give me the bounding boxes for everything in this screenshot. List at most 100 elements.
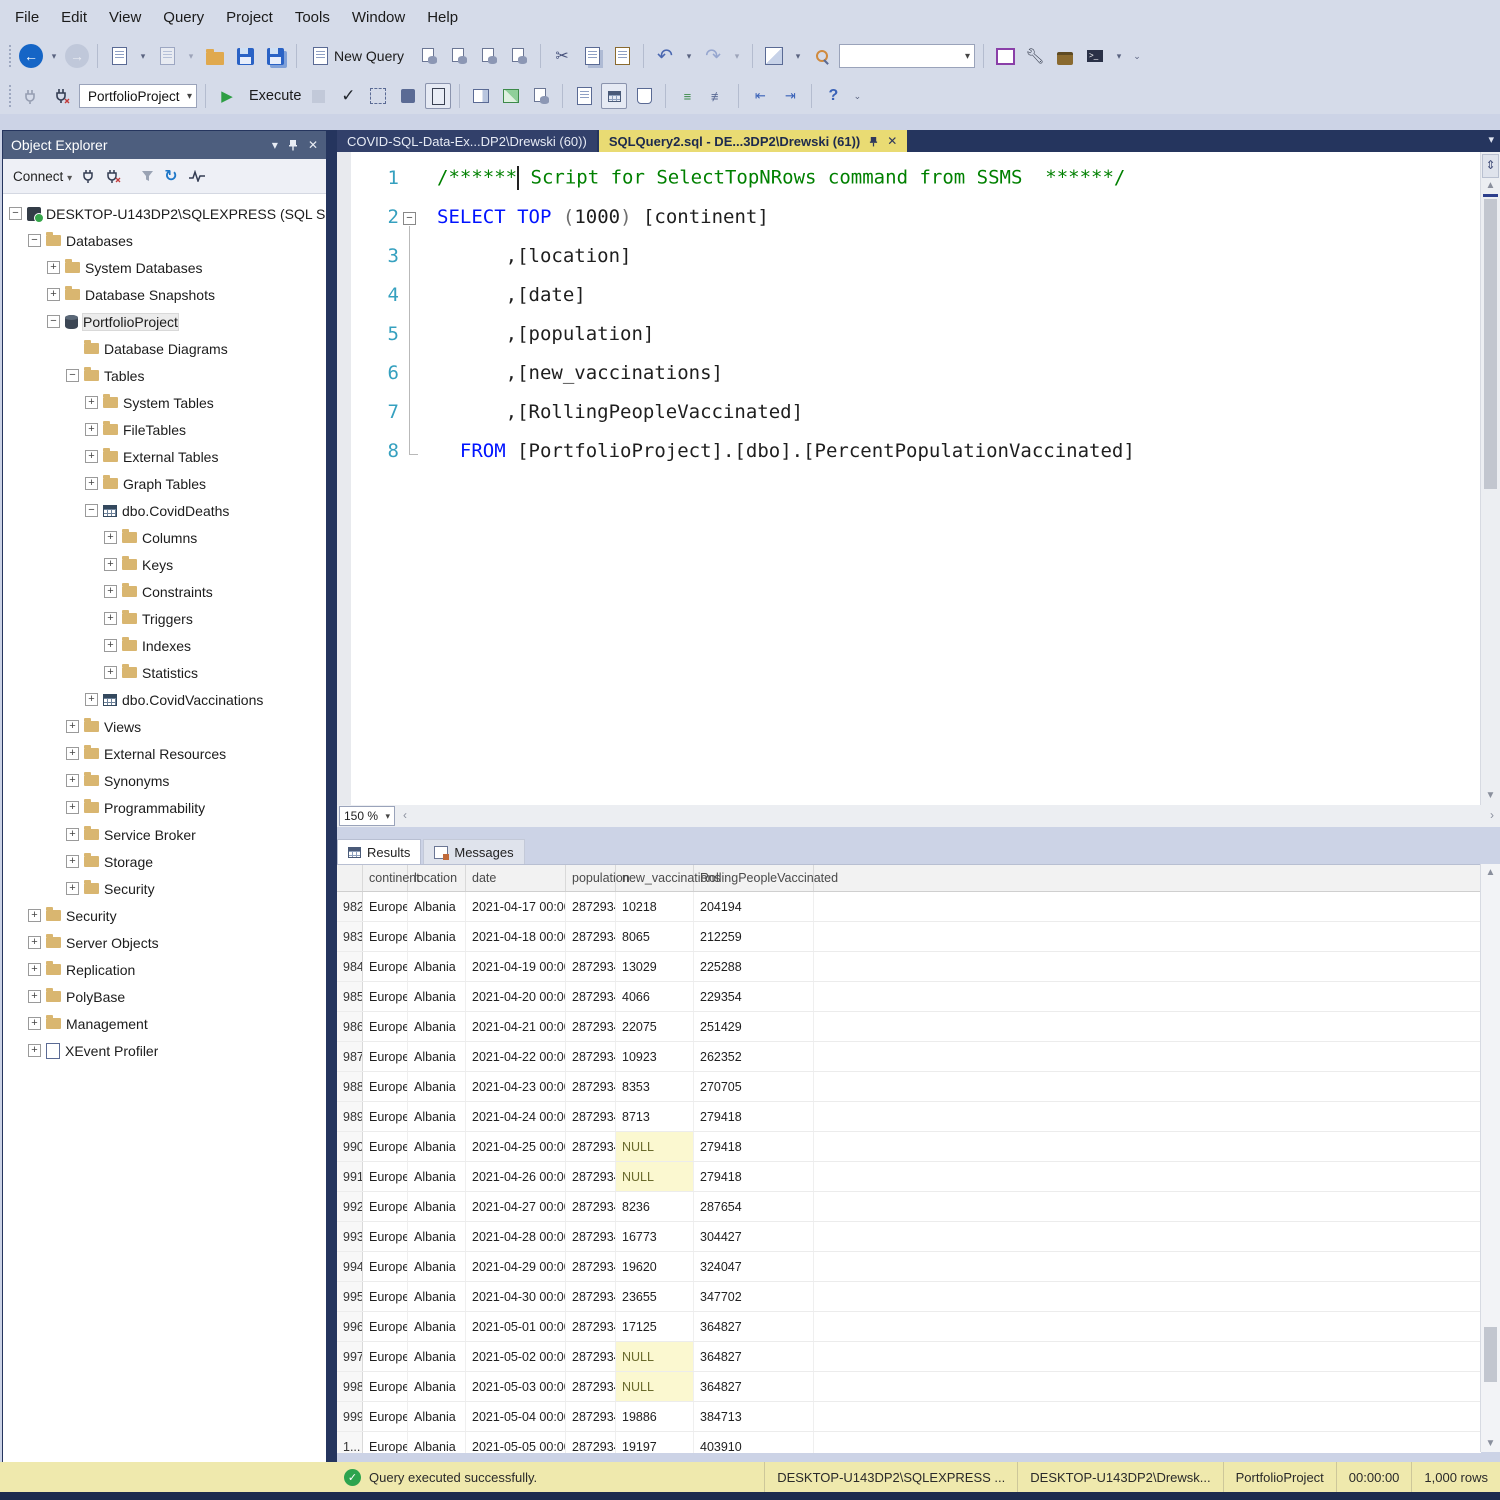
row-number-cell[interactable]: 998 — [337, 1372, 363, 1401]
data-cell[interactable]: Europe — [363, 1372, 408, 1401]
refresh-icon[interactable]: ↻ — [164, 166, 177, 186]
data-cell[interactable]: 2872934 — [566, 1132, 616, 1161]
row-number-cell[interactable]: 987 — [337, 1042, 363, 1071]
data-cell[interactable]: Europe — [363, 1012, 408, 1041]
data-cell[interactable]: 2872934 — [566, 1252, 616, 1281]
menu-tools[interactable]: Tools — [284, 3, 341, 32]
data-cell[interactable]: Europe — [363, 1222, 408, 1251]
collapse-icon[interactable]: − — [28, 234, 41, 247]
execute-icon[interactable]: ▶ — [214, 83, 240, 109]
data-cell[interactable]: 384713 — [694, 1402, 814, 1431]
data-cell[interactable]: Europe — [363, 1342, 408, 1371]
expand-icon[interactable]: + — [47, 261, 60, 274]
comment-selection-icon[interactable]: ≡ — [674, 83, 700, 109]
parse-icon[interactable]: ✓ — [335, 83, 361, 109]
data-cell[interactable]: Europe — [363, 1432, 408, 1453]
expand-icon[interactable]: + — [28, 963, 41, 976]
data-cell[interactable]: Albania — [408, 1402, 466, 1431]
code-area[interactable]: 1/****** Script for SelectTopNRows comma… — [351, 158, 1480, 470]
data-cell[interactable]: Albania — [408, 1432, 466, 1453]
data-cell[interactable]: 2021-04-27 00:00:00.000 — [466, 1192, 566, 1221]
splitter-grip-icon[interactable]: ⇕ — [1482, 154, 1499, 178]
toolbar-overflow-icon[interactable]: ⌄ — [850, 83, 864, 109]
data-cell[interactable]: 10923 — [616, 1042, 694, 1071]
new-query-button[interactable]: New Query — [305, 44, 412, 68]
execute-label[interactable]: Execute — [249, 88, 301, 104]
data-cell[interactable]: NULL — [616, 1372, 694, 1401]
paste-button[interactable] — [609, 43, 635, 69]
results-to-grid-icon[interactable] — [601, 83, 627, 109]
tab-results[interactable]: Results — [337, 839, 421, 864]
row-number-cell[interactable]: 989 — [337, 1102, 363, 1131]
tree-item-xevent-profiler[interactable]: +XEvent Profiler — [3, 1037, 326, 1064]
tree-item-management[interactable]: +Management — [3, 1010, 326, 1037]
tree-item-tables[interactable]: −Tables — [3, 362, 326, 389]
data-cell[interactable]: 19886 — [616, 1402, 694, 1431]
row-number-cell[interactable]: 993 — [337, 1222, 363, 1251]
vscroll-thumb[interactable] — [1484, 199, 1497, 489]
pin-icon[interactable] — [869, 136, 878, 147]
scroll-up-icon[interactable]: ▲ — [1481, 867, 1500, 878]
new-dmx-query-button[interactable] — [446, 43, 472, 69]
tree-item-storage[interactable]: +Storage — [3, 848, 326, 875]
menu-query[interactable]: Query — [152, 3, 215, 32]
expand-icon[interactable]: + — [28, 1017, 41, 1030]
tree-item-polybase[interactable]: +PolyBase — [3, 983, 326, 1010]
column-header-date[interactable]: date — [466, 865, 566, 891]
tree-item-graph-tables[interactable]: +Graph Tables — [3, 470, 326, 497]
find-combobox[interactable]: ▾ — [839, 44, 975, 68]
row-number-cell[interactable]: 982 — [337, 892, 363, 921]
data-cell[interactable]: 2872934 — [566, 1072, 616, 1101]
scroll-up-icon[interactable]: ▲ — [1481, 180, 1500, 191]
tree-item-server-objects[interactable]: +Server Objects — [3, 929, 326, 956]
expand-icon[interactable]: + — [66, 774, 79, 787]
data-cell[interactable]: 2021-04-20 00:00:00.000 — [466, 982, 566, 1011]
cut-button[interactable]: ✂ — [549, 43, 575, 69]
row-number-cell[interactable]: 995 — [337, 1282, 363, 1311]
data-cell[interactable]: Europe — [363, 1042, 408, 1071]
data-cell[interactable]: 2021-04-24 00:00:00.000 — [466, 1102, 566, 1131]
row-number-cell[interactable]: 999 — [337, 1402, 363, 1431]
data-cell[interactable]: 2872934 — [566, 1312, 616, 1341]
data-cell[interactable]: Europe — [363, 1132, 408, 1161]
data-cell[interactable]: 403910 — [694, 1432, 814, 1453]
data-cell[interactable]: 2872934 — [566, 1342, 616, 1371]
tree-item-synonyms[interactable]: +Synonyms — [3, 767, 326, 794]
data-cell[interactable]: Albania — [408, 922, 466, 951]
data-cell[interactable]: 364827 — [694, 1372, 814, 1401]
tab-overflow-icon[interactable]: ▾ — [1488, 133, 1494, 146]
expand-icon[interactable]: + — [28, 909, 41, 922]
disconnect-icon[interactable] — [106, 169, 121, 184]
data-cell[interactable]: NULL — [616, 1342, 694, 1371]
expand-icon[interactable]: + — [66, 855, 79, 868]
data-cell[interactable]: 2872934 — [566, 1012, 616, 1041]
save-button[interactable] — [232, 43, 258, 69]
row-number-cell[interactable]: 994 — [337, 1252, 363, 1281]
database-selector[interactable]: PortfolioProject ▾ — [79, 84, 197, 108]
row-number-cell[interactable]: 991 — [337, 1162, 363, 1191]
data-cell[interactable]: 23655 — [616, 1282, 694, 1311]
database-selector-dropdown-icon[interactable]: ▾ — [187, 91, 192, 102]
menu-edit[interactable]: Edit — [50, 3, 98, 32]
data-cell[interactable]: 19620 — [616, 1252, 694, 1281]
editor-hscrollbar[interactable]: ‹ › — [395, 805, 1500, 827]
column-header-population[interactable]: population — [566, 865, 616, 891]
row-number-cell[interactable]: 1... — [337, 1432, 363, 1453]
scroll-right-icon[interactable]: › — [1490, 808, 1494, 822]
data-cell[interactable]: Europe — [363, 1072, 408, 1101]
undo-button[interactable]: ↶ — [652, 43, 678, 69]
row-number-cell[interactable]: 984 — [337, 952, 363, 981]
new-xmla-query-button[interactable] — [476, 43, 502, 69]
editor-vscrollbar[interactable]: ⇕ ▲ ▼ — [1480, 152, 1500, 805]
data-cell[interactable]: 2021-05-01 00:00:00.000 — [466, 1312, 566, 1341]
sql-window-button[interactable] — [992, 43, 1018, 69]
row-number-cell[interactable]: 988 — [337, 1072, 363, 1101]
data-cell[interactable]: Europe — [363, 1102, 408, 1131]
tree-item-security[interactable]: +Security — [3, 902, 326, 929]
row-number-cell[interactable]: 986 — [337, 1012, 363, 1041]
scroll-down-icon[interactable]: ▼ — [1481, 790, 1500, 801]
tree-item-constraints[interactable]: +Constraints — [3, 578, 326, 605]
row-number-cell[interactable]: 990 — [337, 1132, 363, 1161]
data-cell[interactable]: 8713 — [616, 1102, 694, 1131]
pin-icon[interactable] — [288, 139, 298, 151]
